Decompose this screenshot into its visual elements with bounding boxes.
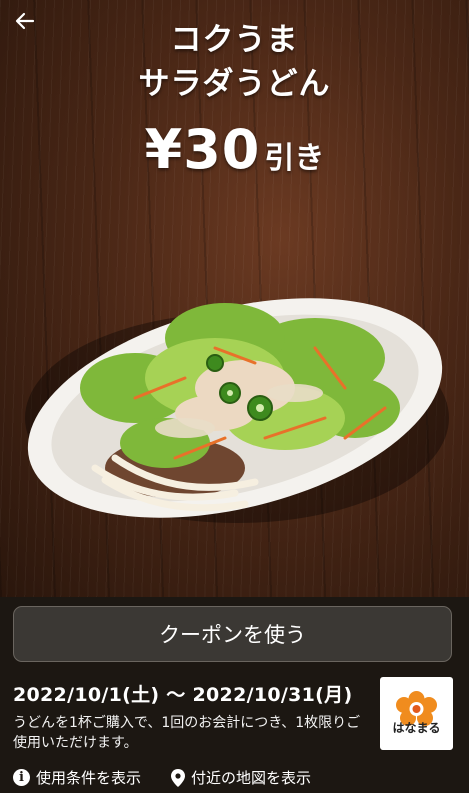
salad-udon-image	[25, 298, 449, 523]
hero-banner: コクうま サラダうどん ¥30 引き	[0, 0, 469, 597]
use-coupon-button[interactable]: クーポンを使う	[13, 606, 452, 662]
title-line-1: コクうま	[170, 22, 299, 58]
discount-amount: ¥30	[144, 118, 261, 181]
info-icon: i	[13, 769, 30, 786]
logo-text: はなまる	[392, 721, 441, 735]
coupon-description: うどんを1杯ご購入で、1回のお会計につき、1枚限りご使用いただけます。	[13, 715, 361, 751]
title-line-2: サラダうどん	[138, 66, 331, 102]
map-pin-icon	[171, 768, 186, 787]
map-link-label: 付近の地図を表示	[191, 769, 312, 787]
terms-link-label: 使用条件を表示	[36, 769, 142, 787]
product-title: コクうま サラダうどん	[0, 18, 469, 106]
flower-logo-icon	[396, 691, 437, 726]
discount-suffix: 引き	[264, 141, 325, 176]
terms-link[interactable]: i 使用条件を表示	[13, 767, 141, 788]
footer-links: i 使用条件を表示 付近の地図を表示	[13, 767, 456, 788]
map-link[interactable]: 付近の地図を表示	[171, 767, 311, 788]
hanamaru-logo: はなまる	[380, 677, 453, 750]
validity-period: 2022/10/1(土) 〜 2022/10/31(月)	[13, 684, 353, 706]
coupon-panel: クーポンを使う 2022/10/1(土) 〜 2022/10/31(月) うどん…	[0, 597, 469, 793]
discount-label: ¥30 引き	[0, 118, 469, 181]
